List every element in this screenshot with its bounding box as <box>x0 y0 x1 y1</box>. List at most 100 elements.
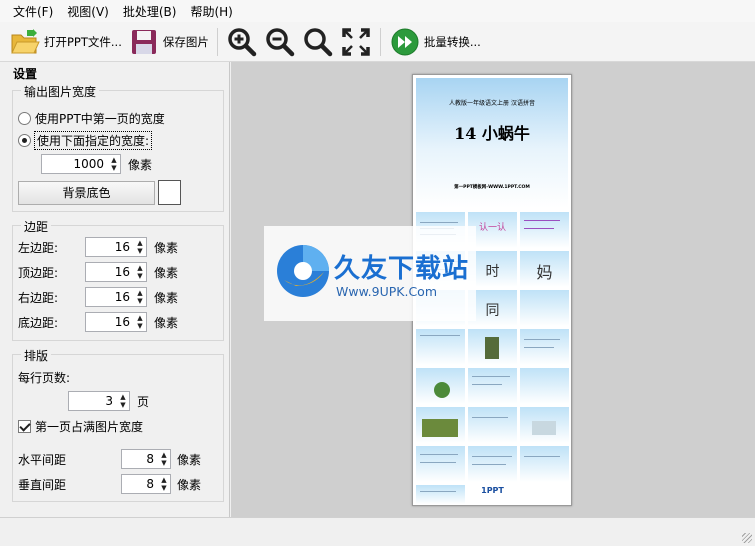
background-color-button[interactable]: 背景底色 <box>18 181 155 205</box>
cover-source: 第一PPT模板网-WWW.1PPT.COM <box>454 185 530 190</box>
cover-subtitle: 人教版一年级语文上册 汉语拼音 <box>449 100 535 107</box>
cover-slide: 人教版一年级语文上册 汉语拼音 14 小蜗牛 第一PPT模板网-WWW.1PPT… <box>416 78 568 208</box>
right-margin-unit: 像素 <box>154 291 179 305</box>
h-gap-label: 水平间距 <box>18 453 67 467</box>
right-margin-stepper[interactable]: 16 ▲ ▼ <box>85 287 147 307</box>
fill-first-page-checkbox[interactable]: 第一页占满图片宽度 <box>18 418 143 435</box>
right-margin-value: 16 <box>114 290 130 304</box>
text-line <box>524 347 554 348</box>
menu-file[interactable]: 文件(F) <box>6 1 60 22</box>
slide-thumbnail: 1PPT <box>468 485 517 504</box>
top-margin-unit: 像素 <box>154 266 179 280</box>
save-image-label: 保存图片 <box>162 34 209 49</box>
slide-thumbnail <box>520 368 569 404</box>
radio-selected-icon <box>18 134 31 147</box>
background-color-swatch[interactable] <box>158 180 181 205</box>
zoom-in-button[interactable] <box>223 25 261 59</box>
slide-thumbnail <box>468 329 517 365</box>
zoom-in-icon <box>228 27 257 56</box>
watermark-logo: 久友下载站 Www.9UPK.Com <box>264 226 476 321</box>
text-line <box>420 335 460 336</box>
garden-photo <box>422 419 458 437</box>
pages-per-row-label: 每行页数: <box>18 371 71 385</box>
watermark-url: Www.9UPK.Com <box>336 284 437 299</box>
text-line <box>524 456 560 457</box>
batch-convert-label: 批量转换... <box>423 34 481 49</box>
pages-per-row-stepper[interactable]: 3 ▲ ▼ <box>68 391 130 411</box>
plant-photo <box>485 337 499 359</box>
layout-title: 排版 <box>21 347 52 364</box>
fit-window-button[interactable] <box>337 25 375 59</box>
h-gap-unit: 像素 <box>177 453 202 467</box>
h-gap-value: 8 <box>146 452 154 466</box>
slide-thumbnail <box>468 368 517 404</box>
fill-first-page-label: 第一页占满图片宽度 <box>35 420 144 434</box>
top-margin-stepper[interactable]: 16 ▲ ▼ <box>85 262 147 282</box>
open-ppt-label: 打开PPT文件... <box>44 34 122 49</box>
spinner-arrows-icon[interactable]: ▲ ▼ <box>134 263 146 281</box>
menu-view[interactable]: 视图(V) <box>60 1 116 22</box>
spinner-arrows-icon[interactable]: ▲ ▼ <box>158 450 170 468</box>
radio-custom-width[interactable]: 使用下面指定的宽度: <box>18 131 153 150</box>
spinner-arrows-icon[interactable]: ▲ ▼ <box>117 392 129 410</box>
menu-help[interactable]: 帮助(H) <box>183 1 239 22</box>
toolbar-separator <box>216 27 218 56</box>
fullscreen-icon <box>342 27 370 56</box>
save-image-button[interactable]: 保存图片 <box>125 25 212 59</box>
snow-tree-photo <box>532 421 556 435</box>
spinner-arrows-icon[interactable]: ▲ ▼ <box>134 288 146 306</box>
bottom-margin-value: 16 <box>114 315 130 329</box>
text-line <box>420 222 458 223</box>
zoom-actual-button[interactable] <box>299 25 337 59</box>
radio-first-page-width[interactable]: 使用PPT中第一页的宽度 <box>18 110 165 127</box>
radio-first-page-label: 使用PPT中第一页的宽度 <box>35 112 165 126</box>
output-width-group: 输出图片宽度 使用PPT中第一页的宽度 使用下面指定的宽度: 1000 ▲ ▼ 像… <box>12 83 224 212</box>
fast-forward-icon <box>391 28 419 55</box>
radio-custom-label: 使用下面指定的宽度: <box>33 131 153 150</box>
slide-thumbnail <box>416 446 465 482</box>
pages-per-row-value: 3 <box>105 394 113 408</box>
open-ppt-button[interactable]: 打开PPT文件... <box>6 25 125 59</box>
v-gap-value: 8 <box>146 477 154 491</box>
spinner-arrows-icon[interactable]: ▲ ▼ <box>108 155 120 173</box>
resize-grip-icon[interactable] <box>742 533 752 543</box>
bottom-margin-stepper[interactable]: 16 ▲ ▼ <box>85 312 147 332</box>
spinner-arrows-icon[interactable]: ▲ ▼ <box>158 475 170 493</box>
text-line <box>524 220 560 221</box>
left-margin-label: 左边距: <box>18 241 59 255</box>
slide-thumbnail <box>468 446 517 482</box>
v-gap-stepper[interactable]: 8 ▲ ▼ <box>121 474 171 494</box>
watermark-emblem-icon <box>277 245 329 297</box>
zoom-out-button[interactable] <box>261 25 299 59</box>
spinner-arrows-icon[interactable]: ▲ ▼ <box>134 313 146 331</box>
spinner-arrows-icon[interactable]: ▲ ▼ <box>134 238 146 256</box>
menu-batch[interactable]: 批处理(B) <box>116 1 184 22</box>
h-gap-stepper[interactable]: 8 ▲ ▼ <box>121 449 171 469</box>
settings-panel: 设置 输出图片宽度 使用PPT中第一页的宽度 使用下面指定的宽度: 1000 ▲… <box>6 62 230 517</box>
slide-thumbnail <box>416 407 465 443</box>
output-width-title: 输出图片宽度 <box>21 83 100 100</box>
left-margin-stepper[interactable]: 16 ▲ ▼ <box>85 237 147 257</box>
cover-title: 14 小蜗牛 <box>454 124 530 143</box>
slide-thumbnail <box>520 446 569 482</box>
text-line <box>472 384 502 385</box>
margin-title: 边距 <box>21 218 52 235</box>
status-bar <box>0 517 755 546</box>
batch-convert-button[interactable]: 批量转换... <box>386 25 484 59</box>
slide-thumbnail <box>416 368 465 404</box>
top-margin-label: 顶边距: <box>18 266 59 280</box>
slide-thumbnail <box>416 485 465 504</box>
v-gap-unit: 像素 <box>177 478 202 492</box>
radio-circle-icon <box>18 112 31 125</box>
width-stepper[interactable]: 1000 ▲ ▼ <box>41 154 121 174</box>
left-margin-value: 16 <box>114 240 130 254</box>
v-gap-label: 垂直间距 <box>18 478 67 492</box>
slide-thumbnail <box>416 329 465 365</box>
watermark-title: 久友下载站 <box>334 254 470 284</box>
preview-canvas[interactable]: 人教版一年级语文上册 汉语拼音 14 小蜗牛 第一PPT模板网-WWW.1PPT… <box>231 62 755 517</box>
right-margin-label: 右边距: <box>18 291 59 305</box>
slide-thumbnail <box>520 407 569 443</box>
text-line <box>472 417 508 418</box>
bottom-margin-label: 底边距: <box>18 316 59 330</box>
folder-open-icon <box>11 28 40 53</box>
